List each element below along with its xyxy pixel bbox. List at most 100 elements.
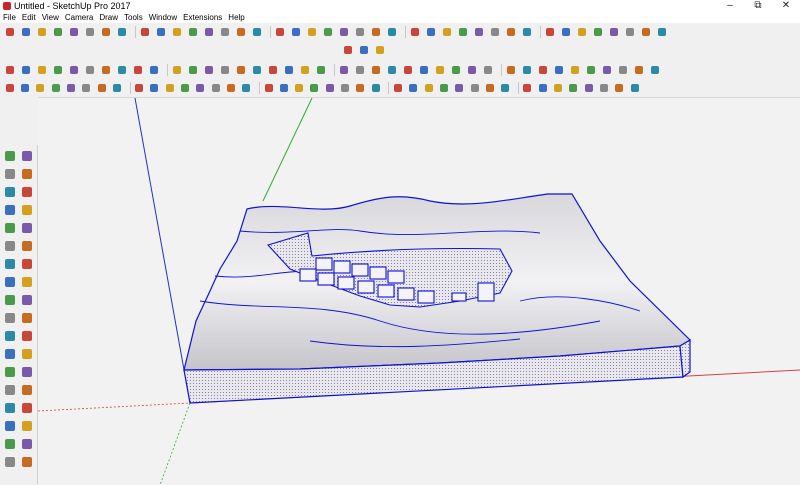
fog-button[interactable]	[624, 26, 636, 38]
line-tool[interactable]	[3, 185, 16, 198]
scenes2-button[interactable]	[522, 82, 533, 94]
menu-help[interactable]: Help	[225, 12, 247, 23]
select-button[interactable]	[4, 26, 16, 38]
tape2-button[interactable]	[164, 82, 175, 94]
pan-button[interactable]	[278, 82, 289, 94]
zoom-button[interactable]	[370, 64, 382, 76]
select-tool[interactable]	[3, 149, 16, 162]
offset2-button[interactable]	[96, 82, 107, 94]
rotated-rectangle-tool[interactable]	[20, 203, 33, 216]
circle2-button[interactable]	[35, 82, 46, 94]
paint2-button[interactable]	[423, 82, 434, 94]
freehand-tool[interactable]	[20, 185, 33, 198]
back-view-button[interactable]	[315, 64, 327, 76]
orbit-tool[interactable]	[3, 383, 16, 396]
eraser-tool[interactable]	[20, 167, 33, 180]
layout-button[interactable]	[338, 26, 350, 38]
tape-measure-tool[interactable]	[3, 329, 16, 342]
layers2-button[interactable]	[583, 82, 594, 94]
xray-button[interactable]	[450, 64, 462, 76]
scenes-button[interactable]	[592, 26, 604, 38]
move-tool[interactable]	[3, 275, 16, 288]
menu-edit[interactable]: Edit	[19, 12, 39, 23]
move-button[interactable]	[219, 64, 231, 76]
rectangle-button[interactable]	[19, 82, 30, 94]
scale2-button[interactable]	[149, 82, 160, 94]
paint-bucket-tool[interactable]	[3, 167, 16, 180]
shadows2-button[interactable]	[537, 82, 548, 94]
get-models-button[interactable]	[290, 26, 302, 38]
sandbox2-button[interactable]	[484, 82, 495, 94]
solid-split-button[interactable]	[521, 26, 533, 38]
add-detail-button[interactable]	[409, 26, 421, 38]
pan-tool[interactable]	[20, 383, 33, 396]
section-planes-button[interactable]	[601, 64, 613, 76]
follow-me-tool[interactable]	[20, 293, 33, 306]
shaded-textures-button[interactable]	[537, 64, 549, 76]
3d-text-tool[interactable]	[20, 365, 33, 378]
axes-button[interactable]	[100, 26, 112, 38]
lasso-button[interactable]	[20, 26, 32, 38]
model-viewport[interactable]	[38, 97, 800, 485]
walk-tool[interactable]	[3, 455, 16, 468]
zoom2-button[interactable]	[294, 82, 305, 94]
section-fill-button[interactable]	[569, 64, 581, 76]
from-scratch-button[interactable]	[457, 26, 469, 38]
menu-camera[interactable]: Camera	[62, 12, 96, 23]
entity2-button[interactable]	[614, 82, 625, 94]
extension-warehouse-button[interactable]	[322, 26, 334, 38]
scale-button[interactable]	[187, 64, 199, 76]
style-builder-button[interactable]	[576, 26, 588, 38]
arc-button[interactable]	[68, 64, 80, 76]
warehouse-button[interactable]	[342, 44, 354, 56]
from-contours-button[interactable]	[441, 26, 453, 38]
flip-edge-button[interactable]	[425, 26, 437, 38]
soften2-button[interactable]	[629, 82, 640, 94]
make-component-tool[interactable]	[20, 149, 33, 162]
section-plane-tool[interactable]	[20, 455, 33, 468]
pie-button[interactable]	[100, 64, 112, 76]
dimension2-button[interactable]	[179, 82, 190, 94]
section-plane2-button[interactable]	[324, 82, 335, 94]
outer-shell-button[interactable]	[544, 26, 556, 38]
zoom-extents-tool[interactable]	[3, 419, 16, 432]
scale-tool[interactable]	[3, 311, 16, 324]
rotated-rect-button[interactable]	[132, 64, 144, 76]
back-edges-button[interactable]	[466, 64, 478, 76]
zoom-tool[interactable]	[3, 401, 16, 414]
top-view-button[interactable]	[267, 64, 279, 76]
freehand-button[interactable]	[116, 64, 128, 76]
text2-button[interactable]	[210, 82, 221, 94]
walk2-button[interactable]	[339, 82, 350, 94]
menu-view[interactable]: View	[39, 12, 62, 23]
look-around-button[interactable]	[219, 26, 231, 38]
offset-tool[interactable]	[20, 311, 33, 324]
look-around-tool[interactable]	[20, 437, 33, 450]
dimension-tool[interactable]	[20, 329, 33, 342]
menu-draw[interactable]: Draw	[96, 12, 121, 23]
previous-tool[interactable]	[20, 419, 33, 432]
walk-button[interactable]	[187, 26, 199, 38]
rotate-button[interactable]	[235, 64, 247, 76]
add-location-button[interactable]	[235, 26, 247, 38]
3dtext2-button[interactable]	[241, 82, 252, 94]
solid2-button[interactable]	[500, 82, 511, 94]
outliner2-button[interactable]	[598, 82, 609, 94]
circle-tool[interactable]	[3, 221, 16, 234]
menu-extensions[interactable]: Extensions	[180, 12, 225, 23]
dimension-button[interactable]	[116, 26, 128, 38]
share-model-button[interactable]	[306, 26, 318, 38]
protractor-button[interactable]	[84, 26, 96, 38]
entity-info-button[interactable]	[649, 64, 661, 76]
zoom-extents-button[interactable]	[402, 64, 414, 76]
circle-button[interactable]	[36, 64, 48, 76]
fog2-button[interactable]	[552, 82, 563, 94]
axes-tool[interactable]	[3, 365, 16, 378]
two-point-arc-tool[interactable]	[20, 239, 33, 252]
match-photo-button[interactable]	[640, 26, 652, 38]
pie-tool[interactable]	[20, 257, 33, 270]
wireframe-button[interactable]	[482, 64, 494, 76]
solid-union-button[interactable]	[473, 26, 485, 38]
rotate-tool[interactable]	[3, 293, 16, 306]
three-point-arc-tool[interactable]	[3, 257, 16, 270]
